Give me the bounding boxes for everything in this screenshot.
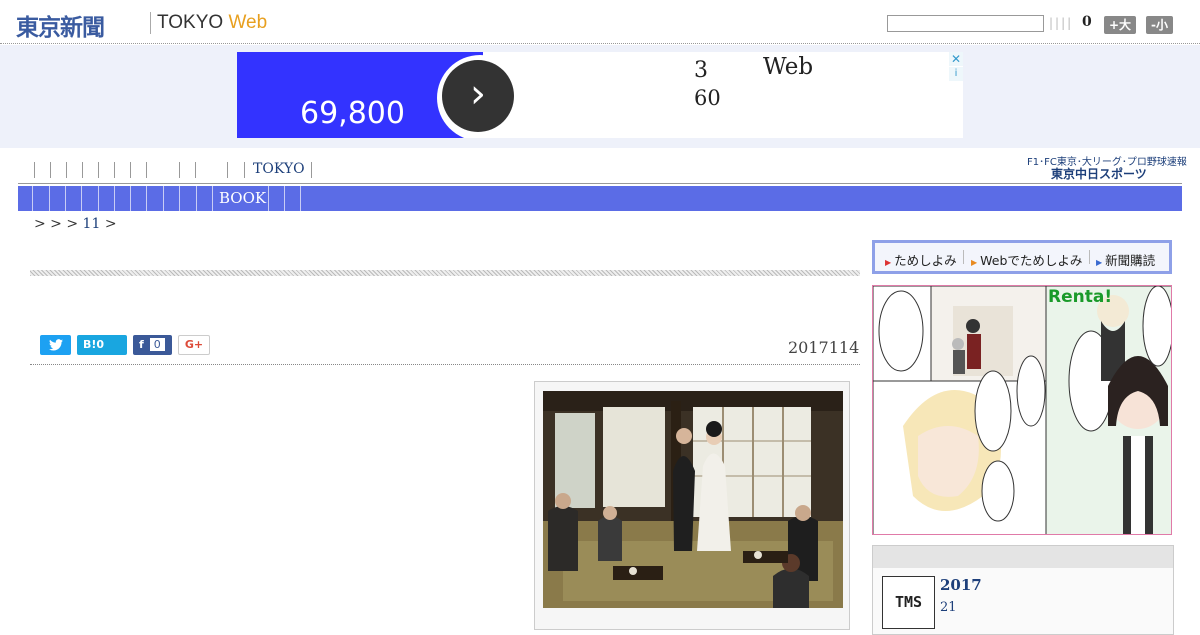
facebook-icon: f [139, 338, 144, 351]
nav-item[interactable] [32, 186, 33, 211]
triangle-icon: ▶ [885, 258, 892, 267]
tab-web-tameshiyomi[interactable]: ▶ Webでためしよみ [971, 250, 1082, 269]
hatena-bookmark-button[interactable]: B!0 [77, 335, 127, 355]
nav-item[interactable] [81, 186, 82, 211]
nav-item[interactable] [179, 162, 180, 178]
wedding-photo-illustration [543, 391, 843, 608]
nav-item[interactable] [114, 162, 115, 178]
article-photo[interactable] [543, 391, 843, 608]
tab-separator [1089, 250, 1090, 264]
site-logo[interactable]: 東京新聞 [16, 8, 105, 42]
font-size-large-button[interactable]: +大 [1104, 16, 1137, 34]
renta-logo: Renta! [1048, 287, 1113, 307]
tab-subscribe[interactable]: ▶ 新聞購読 [1096, 250, 1155, 269]
nav-item[interactable] [227, 162, 228, 178]
header-count: 0 [1082, 14, 1092, 30]
nav-item-tokyo[interactable]: TOKYO [253, 161, 305, 177]
nav-divider [18, 183, 1182, 184]
secondary-nav: BOOK [18, 186, 1182, 211]
sidebar-tab-bar: ▶ ためしよみ ▶ Webでためしよみ ▶ 新聞購読 [872, 240, 1172, 274]
nav-item[interactable] [196, 186, 197, 211]
tab-label: ためしよみ [894, 253, 957, 268]
chevron-right-icon[interactable]: › [442, 60, 514, 132]
nav-item[interactable] [34, 162, 35, 178]
nav-separator [300, 186, 301, 211]
nav-item[interactable] [284, 186, 285, 211]
nav-item[interactable] [130, 162, 131, 178]
nav-item[interactable] [66, 162, 67, 178]
font-size-small-button[interactable]: -小 [1146, 16, 1173, 34]
logo-tokyo: TOKYO [157, 12, 224, 33]
tab-label: Webでためしよみ [980, 253, 1083, 268]
ad-info-icon[interactable]: i [949, 67, 963, 81]
tab-tameshiyomi[interactable]: ▶ ためしよみ [885, 250, 957, 269]
nav-item[interactable] [98, 162, 99, 178]
article-date: 2017114 [788, 338, 860, 357]
triangle-icon: ▶ [1096, 258, 1103, 267]
nav-item[interactable] [50, 162, 51, 178]
nav-item[interactable] [49, 186, 50, 211]
tms-title[interactable]: 2017 [940, 576, 982, 594]
facebook-count: 0 [149, 338, 165, 351]
nav-item-book[interactable]: BOOK [219, 189, 266, 207]
banner-ad[interactable]: 69,800 › 3 Web 60 [237, 52, 963, 138]
nav-item[interactable] [82, 162, 83, 178]
twitter-icon [48, 339, 63, 351]
tms-subtitle[interactable]: 21 [940, 600, 957, 615]
ad-text-line2: 60 [694, 86, 721, 110]
twitter-share-button[interactable] [40, 335, 71, 355]
ad-text-web: Web [763, 54, 814, 80]
sponsor-logo[interactable]: 東京中日スポーツ [1051, 165, 1147, 182]
nav-item[interactable] [163, 186, 164, 211]
logo-web: Web [228, 12, 268, 33]
nav-separator [311, 162, 312, 178]
nav-item[interactable] [146, 162, 147, 178]
ad-close-icon[interactable]: ✕ [949, 52, 963, 66]
article-photo-frame [534, 381, 850, 630]
google-plus-button[interactable]: G+ [178, 335, 210, 355]
nav-item[interactable] [130, 186, 131, 211]
tokyo-web-logo[interactable]: TOKYO Web [157, 12, 267, 34]
breadcrumb-link[interactable]: 11 [83, 216, 101, 232]
ad-text-line1: 3 [694, 58, 708, 83]
tab-separator [963, 250, 964, 264]
tms-header [873, 546, 1173, 568]
breadcrumb: > > > 11 > [34, 216, 117, 232]
facebook-share-button[interactable]: f0 [133, 335, 172, 355]
tms-widget: TMS 2017 21 [872, 545, 1174, 635]
nav-item[interactable] [195, 162, 196, 178]
tms-logo[interactable]: TMS [882, 576, 935, 629]
article-divider [30, 364, 860, 365]
ad-price: 69,800 [300, 96, 405, 131]
tab-label: 新聞購読 [1105, 253, 1156, 268]
logo-divider [150, 12, 151, 34]
triangle-icon: ▶ [971, 258, 978, 267]
nav-item[interactable] [179, 186, 180, 211]
nav-item[interactable] [212, 186, 213, 211]
nav-item[interactable] [146, 186, 147, 211]
nav-item[interactable] [268, 186, 269, 211]
breadcrumb-suffix: > [104, 216, 117, 232]
primary-nav: TOKYO [18, 158, 918, 182]
nav-item[interactable] [65, 186, 66, 211]
search-input[interactable] [887, 15, 1044, 32]
nav-item[interactable] [244, 162, 245, 178]
manga-ad[interactable] [872, 285, 1172, 535]
breadcrumb-prefix[interactable]: > > > [34, 216, 78, 232]
site-header: 東京新聞 TOKYO Web |||| 0 +大 -小 [0, 0, 1200, 44]
nav-item[interactable] [114, 186, 115, 211]
manga-ad-illustration [873, 286, 1171, 534]
nav-item[interactable] [98, 186, 99, 211]
header-links[interactable]: |||| [1049, 16, 1073, 30]
title-rule [30, 270, 860, 276]
